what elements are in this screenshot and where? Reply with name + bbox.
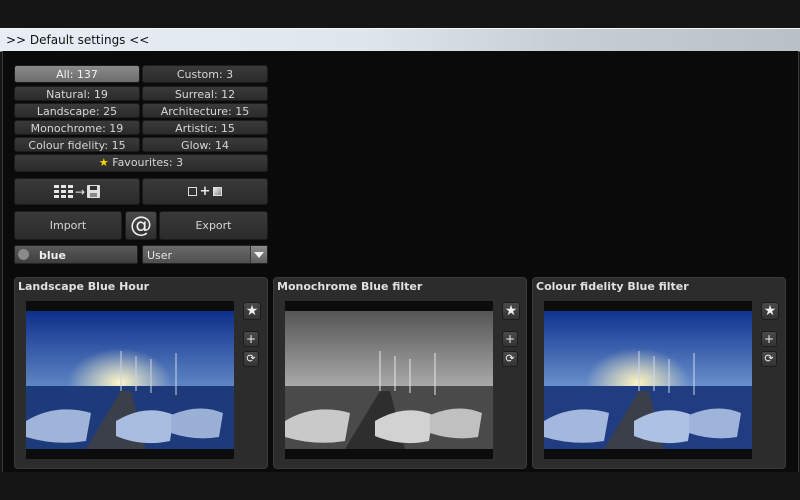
refresh-icon[interactable]: ⟳: [761, 351, 777, 367]
compare-view-button[interactable]: +: [142, 178, 268, 205]
split-compare-icon: +: [143, 179, 267, 204]
preset-card[interactable]: Monochrome Blue filter ★ + ⟳: [273, 277, 527, 469]
preset-title: Monochrome Blue filter: [277, 280, 423, 293]
filter-architecture-button[interactable]: Architecture: 15: [142, 103, 268, 118]
filter-artistic-button[interactable]: Artistic: 15: [142, 120, 268, 135]
chevron-down-icon[interactable]: [250, 246, 267, 263]
filter-surreal-button[interactable]: Surreal: 12: [142, 86, 268, 101]
favourite-star-icon[interactable]: ★: [761, 302, 779, 320]
filter-glow-button[interactable]: Glow: 14: [142, 137, 268, 152]
add-preset-button[interactable]: +: [761, 331, 777, 347]
filter-natural-button[interactable]: Natural: 19: [14, 86, 140, 101]
refresh-icon[interactable]: ⟳: [502, 351, 518, 367]
filter-monochrome-button[interactable]: Monochrome: 19: [14, 120, 140, 135]
preset-thumbnail[interactable]: [26, 301, 234, 459]
import-button[interactable]: Import: [14, 211, 122, 240]
window-title: >> Default settings <<: [6, 33, 150, 47]
filter-colour-fidelity-button[interactable]: Colour fidelity: 15: [14, 137, 140, 152]
favourite-star-icon[interactable]: ★: [502, 302, 520, 320]
preset-title: Landscape Blue Hour: [18, 280, 150, 293]
filter-all-button[interactable]: All: 137: [14, 65, 140, 83]
grid-to-save-icon: →: [15, 179, 139, 204]
preset-thumbnail[interactable]: [285, 301, 493, 459]
favourite-star-icon[interactable]: ★: [243, 302, 261, 320]
add-preset-button[interactable]: +: [243, 331, 259, 347]
window-titlebar[interactable]: >> Default settings <<: [0, 28, 800, 52]
preset-title: Colour fidelity Blue filter: [536, 280, 689, 293]
preset-card[interactable]: Colour fidelity Blue filter ★ + ⟳: [532, 277, 786, 469]
preset-thumbnail[interactable]: [544, 301, 752, 459]
refresh-icon[interactable]: ⟳: [243, 351, 259, 367]
preset-search-input[interactable]: blue: [14, 245, 138, 264]
export-button[interactable]: Export: [159, 211, 268, 240]
category-select[interactable]: User: [142, 245, 268, 264]
clear-search-icon[interactable]: [18, 249, 29, 260]
star-icon: ★: [98, 156, 109, 169]
save-grid-button[interactable]: →: [14, 178, 140, 205]
preset-card[interactable]: Landscape Blue Hour ★ + ⟳: [14, 277, 268, 469]
add-preset-button[interactable]: +: [502, 331, 518, 347]
filter-custom-button[interactable]: Custom: 3: [142, 65, 268, 83]
filter-landscape-button[interactable]: Landscape: 25: [14, 103, 140, 118]
email-at-button[interactable]: @: [125, 211, 157, 240]
filter-favourites-button[interactable]: ★ Favourites: 3: [14, 154, 268, 172]
at-icon: @: [130, 213, 152, 238]
